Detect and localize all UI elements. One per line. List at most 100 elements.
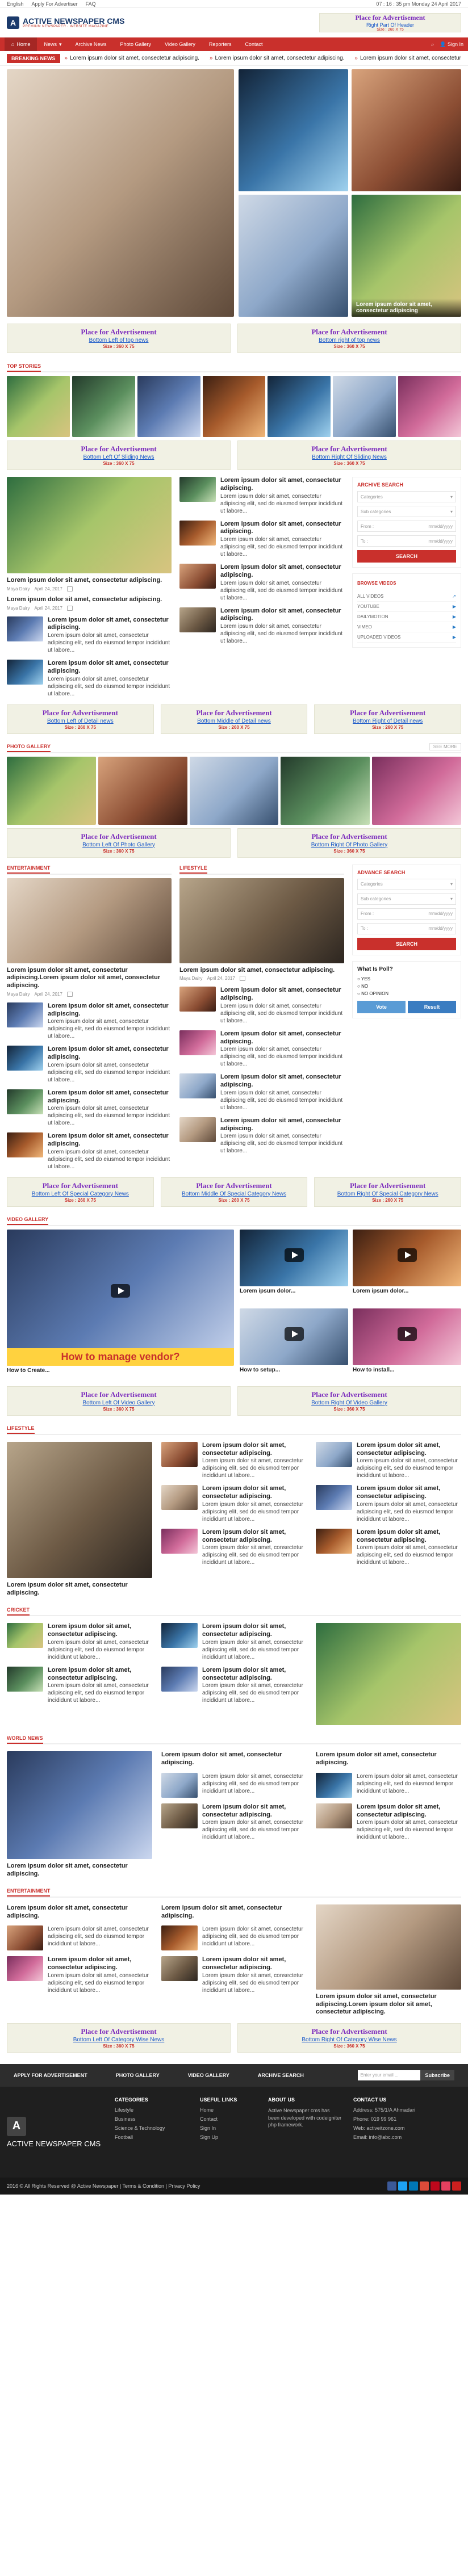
google-plus-icon[interactable] [420,2181,429,2191]
news-item[interactable]: Lorem ipsum dolor sit amet, consectetur … [161,1772,307,1798]
ad-slot[interactable]: Place for Advertisement Bottom Left of to… [7,324,231,353]
photo-thumb[interactable] [281,756,370,825]
news-item[interactable]: Lorem ipsum dolor sit amet, consectetur … [179,1030,344,1068]
search-button[interactable]: SEARCH [357,937,456,950]
news-item[interactable]: Lorem ipsum dolor sit amet, consectetur … [316,1772,461,1798]
from-date-input[interactable]: From : mm/dd/yyyy [357,908,456,920]
instagram-icon[interactable] [441,2181,450,2191]
nav-video[interactable]: Video Gallery [158,37,202,51]
news-item[interactable]: Lorem ipsum dolor sit amet, consectetur … [7,1956,152,1994]
ad-slot[interactable]: Place for Advertisement Bottom Left Of Vi… [7,1386,231,1416]
video-item[interactable]: Lorem ipsum dolor... [353,1229,461,1304]
browse-item[interactable]: ALL VIDEOS ↗ [357,591,456,602]
news-item[interactable]: Lorem ipsum dolor sit amet, consectetur … [7,1925,152,1951]
linkedin-icon[interactable] [409,2181,418,2191]
subscribe-button[interactable]: Subscribe [420,2070,454,2080]
ad-slot[interactable]: Place for Advertisement Bottom Right of D… [314,704,462,734]
news-item[interactable]: Lorem ipsum dolor sit amet, consectetur … [7,1666,152,1705]
ad-slot[interactable]: Place for Advertisement Bottom Right Of C… [237,2023,461,2053]
nav-photo[interactable]: Photo Gallery [114,37,158,51]
footer-category-link[interactable]: Football [115,2134,189,2140]
site-logo[interactable]: A ACTIVE NEWSPAPER CMS PREMIUM NEWSPAPER… [7,16,124,29]
footer-category-link[interactable]: Business [115,2116,189,2122]
subscribe-email-input[interactable]: Enter your email ... [358,2070,421,2080]
subcategory-select[interactable]: Sub categories ▾ [357,893,456,905]
category-select[interactable]: Categories ▾ [357,878,456,890]
story-thumb[interactable] [202,376,266,437]
news-item[interactable]: Lorem ipsum dolor sit amet, consectetur … [179,987,344,1025]
ad-slot[interactable]: Place for Advertisement Bottom Middle Of … [160,1177,308,1207]
news-item[interactable]: Lorem ipsum dolor sit amet, consectetur … [7,1623,152,1661]
news-item[interactable]: Lorem ipsum dolor sit amet, consectetur … [161,1528,307,1567]
world-feature[interactable]: Lorem ipsum dolor sit amet, consectetur … [7,1751,152,1878]
hero-image[interactable] [239,69,348,191]
story-thumb[interactable] [7,376,70,437]
footer-logo[interactable]: A ACTIVE NEWSPAPER CMS [7,2097,103,2167]
lifestyle-feature[interactable]: Lorem ipsum dolor sit amet, consectetur … [7,1441,152,1597]
news-item[interactable]: Lorem ipsum dolor sit amet, consectetur … [179,1073,344,1111]
footer-useful-link[interactable]: Sign Up [200,2134,257,2140]
hero-main-image[interactable] [7,69,234,317]
nav-reporters[interactable]: Reporters [202,37,239,51]
video-main[interactable]: How to manage vendor? How to Create... [7,1229,234,1383]
video-item[interactable]: How to setup... [240,1308,348,1383]
poll-option[interactable]: ○ NO OPINION [357,991,456,996]
news-headline[interactable]: Lorem ipsum dolor sit amet, consectetur … [7,1904,152,1920]
news-item[interactable]: Lorem ipsum dolor sit amet, consectetur … [179,564,344,602]
ad-slot[interactable]: Place for Advertisement Bottom Right Of P… [237,828,461,858]
news-item[interactable]: Lorem ipsum dolor sit amet, consectetur … [7,660,172,698]
ad-slot[interactable]: Place for Advertisement Bottom Left Of Ph… [7,828,231,858]
news-item[interactable]: Lorem ipsum dolor sit amet, consectetur … [7,1132,172,1170]
ad-slot[interactable]: Place for Advertisement Bottom Left Of Sp… [7,1177,154,1207]
photo-thumb[interactable] [189,756,279,825]
see-more-button[interactable]: SEE MORE [429,743,461,750]
news-headline[interactable]: Lorem ipsum dolor sit amet, consectetur … [161,1751,307,1767]
ad-slot[interactable]: Place for Advertisement Bottom Left Of Sl… [7,440,231,470]
ad-slot[interactable]: Place for Advertisement Bottom Right Of S… [314,1177,462,1207]
twitter-icon[interactable] [398,2181,407,2191]
story-thumb[interactable] [268,376,331,437]
ad-slot[interactable]: Place for Advertisement Bottom Right Of V… [237,1386,461,1416]
footer-link[interactable]: ARCHIVE SEARCH [258,2072,304,2078]
hero-image[interactable]: Lorem ipsum dolor sit amet, consectetur … [352,195,461,317]
ent-feature[interactable]: Lorem ipsum dolor sit amet, consectetur … [316,1904,461,2016]
hero-image[interactable] [239,195,348,317]
news-item[interactable]: Lorem ipsum dolor sit amet, consectetur … [316,1803,461,1841]
photo-thumb[interactable] [372,756,461,825]
footer-link[interactable]: APPLY FOR ADVERTISEMENT [14,2072,87,2078]
contact-web[interactable]: Web: activeitzone.com [353,2125,461,2131]
breaking-item[interactable]: Lorem ipsum dolor sit amet, consectetur … [210,55,345,61]
facebook-icon[interactable] [387,2181,396,2191]
ad-slot[interactable]: Place for Advertisement Bottom Right Of S… [237,440,461,470]
video-item[interactable]: How to install... [353,1308,461,1383]
news-item[interactable]: Lorem ipsum dolor sit amet, consectetur … [179,1117,344,1155]
sign-in-button[interactable]: 👤 Sign In [440,41,463,48]
news-headline[interactable]: Lorem ipsum dolor sit amet, consectetur … [7,577,172,585]
news-image[interactable] [179,878,344,963]
from-date-input[interactable]: From : mm/dd/yyyy [357,521,456,532]
news-item[interactable]: Lorem ipsum dolor sit amet, consectetur … [7,1089,172,1127]
news-headline[interactable]: Lorem ipsum dolor sit amet, consectetur … [7,967,172,990]
footer-link[interactable]: VIDEO GALLERY [188,2072,229,2078]
news-headline[interactable]: Lorem ipsum dolor sit amet, consectetur … [7,596,172,604]
language-select[interactable]: English [7,1,24,7]
news-item[interactable]: Lorem ipsum dolor sit amet, consectetur … [316,1441,461,1480]
pinterest-icon[interactable] [431,2181,440,2191]
search-button[interactable]: SEARCH [357,550,456,563]
subcategory-select[interactable]: Sub categories ▾ [357,506,456,517]
news-headline[interactable]: Lorem ipsum dolor sit amet, consectetur … [316,1751,461,1767]
header-ad[interactable]: Place for Advertisement Right Part Of He… [319,13,461,32]
ad-slot[interactable]: Place for Advertisement Bottom Left of De… [7,704,154,734]
news-item[interactable]: Lorem ipsum dolor sit amet, consectetur … [161,1666,307,1705]
news-item[interactable]: Lorem ipsum dolor sit amet, consectetur … [161,1441,307,1480]
news-item[interactable]: Lorem ipsum dolor sit amet, consectetur … [316,1528,461,1567]
ad-slot[interactable]: Place for Advertisement Bottom Middle of … [160,704,308,734]
result-button[interactable]: Result [408,1001,456,1013]
news-item[interactable]: Lorem ipsum dolor sit amet, consectetur … [7,1002,172,1041]
photo-thumb[interactable] [98,756,187,825]
poll-option[interactable]: ○ NO [357,984,456,989]
cricket-feature-image[interactable] [316,1623,461,1726]
breaking-item[interactable]: Lorem ipsum dolor sit amet, consectetur … [354,55,461,61]
browse-item[interactable]: VIMEO ▶ [357,622,456,632]
youtube-icon[interactable] [452,2181,461,2191]
